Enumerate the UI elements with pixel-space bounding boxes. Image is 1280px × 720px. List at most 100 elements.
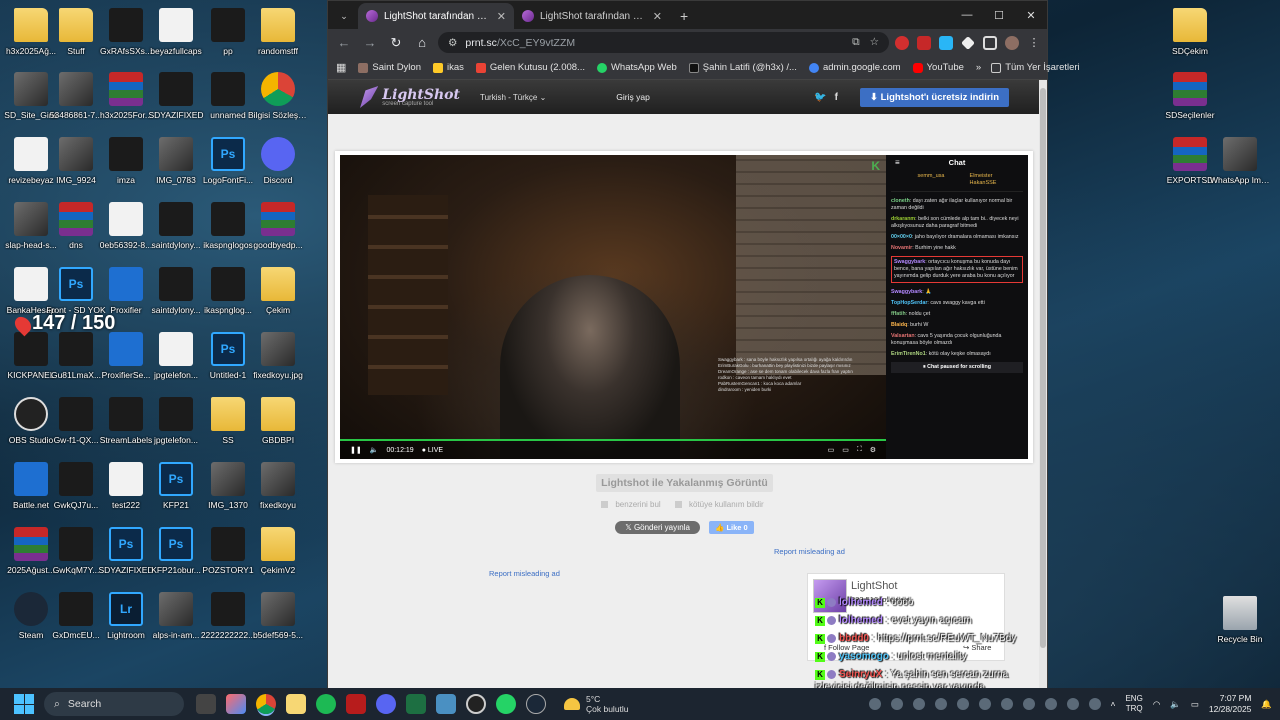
report-abuse-link[interactable]: kötüye kullanım bildir bbox=[674, 500, 768, 509]
tray-app-icon[interactable] bbox=[1044, 698, 1057, 710]
bookmark-item[interactable]: admin.google.com bbox=[808, 62, 901, 73]
login-link[interactable]: Giriş yap bbox=[616, 92, 650, 102]
page-scrollbar[interactable] bbox=[1039, 80, 1047, 688]
windows-start-icon[interactable] bbox=[14, 694, 34, 714]
desktop-icon[interactable]: ÇekimV2 bbox=[248, 527, 308, 575]
post-on-x-button[interactable]: 𝕏 Gönderi yayınla bbox=[615, 521, 700, 534]
volume-icon[interactable]: 🔈 bbox=[1170, 699, 1181, 710]
tab-lightshot-active[interactable]: LightShot tarafından Ekran Görü ✕ bbox=[358, 3, 514, 29]
desktop-icon[interactable]: Bilgisi Sözleşmesi bbox=[248, 72, 308, 120]
desktop-icon[interactable]: IMG_0783 bbox=[146, 137, 206, 185]
scrollbar-thumb[interactable] bbox=[1040, 88, 1046, 648]
all-bookmarks[interactable]: Tüm Yer İşaretleri bbox=[991, 62, 1080, 73]
tray-app-icon[interactable] bbox=[1088, 698, 1101, 710]
reload-icon[interactable]: ↻ bbox=[386, 35, 406, 51]
chrome-icon[interactable] bbox=[256, 694, 276, 714]
tray-app-icon[interactable] bbox=[912, 698, 925, 710]
minimize-icon[interactable]: — bbox=[951, 1, 983, 29]
desktop-icon[interactable]: alps-in-am... bbox=[146, 592, 206, 640]
install-app-icon[interactable]: ⧉ bbox=[852, 36, 860, 49]
site-info-icon[interactable]: ⚙ bbox=[448, 37, 457, 49]
lightshot-logo[interactable]: LightShot screen capture tool bbox=[360, 86, 460, 108]
desktop-icon[interactable]: saintdylony... bbox=[146, 267, 206, 315]
tab-search-button[interactable]: ⌄ bbox=[334, 6, 354, 26]
clock[interactable]: 7:07 PM 12/28/2025 bbox=[1209, 693, 1252, 715]
spotify-icon[interactable] bbox=[316, 694, 336, 714]
profile-avatar[interactable] bbox=[1005, 35, 1019, 50]
tray-app-icon[interactable] bbox=[1022, 698, 1035, 710]
browser-menu-icon[interactable]: ⋮ bbox=[1027, 36, 1041, 50]
discord-icon[interactable] bbox=[376, 694, 396, 714]
report-misleading-ad-link[interactable]: Report misleading ad bbox=[489, 569, 560, 578]
bookmark-star-icon[interactable]: ☆ bbox=[870, 36, 879, 49]
extension-red-icon[interactable] bbox=[895, 35, 909, 50]
bookmark-item[interactable]: WhatsApp Web bbox=[596, 62, 677, 73]
desktop-icon[interactable]: WhatsApp Image 2025... bbox=[1210, 137, 1270, 185]
maximize-icon[interactable]: ☐ bbox=[983, 1, 1015, 29]
desktop-icon[interactable]: SDSeçilenler bbox=[1160, 72, 1220, 120]
bookmarks-more-button[interactable]: » bbox=[976, 62, 981, 73]
desktop-icon[interactable]: GBDBPI bbox=[248, 397, 308, 445]
notifications-bell-icon[interactable]: 🔔 bbox=[1261, 699, 1272, 710]
desktop-icon[interactable]: Ps KFP21obur... bbox=[146, 527, 206, 575]
screenshot-image[interactable]: K Swaggybark : sana böyle haksızlık yapı… bbox=[335, 151, 1033, 463]
desktop-icon[interactable]: Ps KFP21 bbox=[146, 462, 206, 510]
desktop-icon[interactable]: randomstff bbox=[248, 8, 308, 56]
weather-widget[interactable]: 5°C Çok bulutlu bbox=[564, 694, 629, 714]
obs-icon[interactable] bbox=[466, 694, 486, 714]
extension-diamond-icon[interactable] bbox=[961, 35, 975, 50]
desktop-icon[interactable]: SDYAZIFIXED bbox=[146, 72, 206, 120]
address-bar[interactable]: ⚙ prnt.sc/XcC_EY9vtZZM ⧉ ☆ bbox=[438, 32, 889, 53]
copilot-icon[interactable] bbox=[226, 694, 246, 714]
tab-lightshot-2[interactable]: LightShot tarafından Ekran Görü ✕ bbox=[514, 3, 670, 29]
back-icon[interactable]: ← bbox=[334, 35, 354, 50]
excel-icon[interactable] bbox=[406, 694, 426, 714]
steam-icon[interactable] bbox=[526, 694, 546, 714]
desktop-icon[interactable]: Çekim bbox=[248, 267, 308, 315]
task-view-icon[interactable] bbox=[196, 694, 216, 714]
tray-app-icon[interactable] bbox=[956, 698, 969, 710]
desktop-icon[interactable]: beyazfullcaps bbox=[146, 8, 206, 56]
desktop-icon[interactable]: jpgtelefon... bbox=[146, 397, 206, 445]
tray-app-icon[interactable] bbox=[978, 698, 991, 710]
desktop-icon[interactable]: fixedkoyu bbox=[248, 462, 308, 510]
facebook-icon[interactable]: f bbox=[835, 92, 838, 103]
close-tab-icon[interactable]: ✕ bbox=[653, 10, 662, 23]
forward-icon[interactable]: → bbox=[360, 35, 380, 50]
tray-app-icon[interactable] bbox=[890, 698, 903, 710]
bookmark-item[interactable]: Gelen Kutusu (2.008... bbox=[475, 62, 585, 73]
whatsapp-icon[interactable] bbox=[496, 694, 516, 714]
input-language[interactable]: ENG TRQ bbox=[1125, 694, 1142, 714]
extension-blue-icon[interactable] bbox=[939, 35, 953, 50]
network-app-icon[interactable] bbox=[436, 694, 456, 714]
close-tab-icon[interactable]: ✕ bbox=[497, 10, 506, 23]
battery-icon[interactable]: ▭ bbox=[1191, 699, 1199, 710]
tray-app-icon[interactable] bbox=[934, 698, 947, 710]
download-button[interactable]: ⬇ Lightshot'ı ücretsiz indirin bbox=[860, 87, 1009, 107]
language-select[interactable]: Turkish - Türkçe ⌄ bbox=[480, 93, 546, 102]
desktop-icon[interactable]: Recycle Bin bbox=[1210, 596, 1270, 644]
desktop-icon[interactable]: SDÇekim bbox=[1160, 8, 1220, 56]
desktop-icon[interactable]: goodbyedp... bbox=[248, 202, 308, 250]
show-hidden-icons[interactable]: ˄ bbox=[1111, 699, 1116, 709]
desktop-icon[interactable]: fixedkoyu.jpg bbox=[248, 332, 308, 380]
taskbar-search[interactable]: ⌕ Search bbox=[44, 692, 184, 716]
tray-app-icon[interactable] bbox=[1066, 698, 1079, 710]
bookmark-item[interactable]: Saint Dylon bbox=[358, 62, 421, 73]
wifi-icon[interactable]: ◠ bbox=[1153, 699, 1160, 710]
new-tab-button[interactable]: + bbox=[680, 8, 688, 24]
desktop-icon[interactable]: jpgtelefon... bbox=[146, 332, 206, 380]
report-misleading-ad-link[interactable]: Report misleading ad bbox=[774, 547, 845, 556]
tray-app-icon[interactable] bbox=[868, 698, 881, 710]
desktop-icon[interactable]: saintdylony... bbox=[146, 202, 206, 250]
apps-grid-icon[interactable]: ▦ bbox=[336, 61, 346, 74]
file-explorer-icon[interactable] bbox=[286, 694, 306, 714]
bookmark-item[interactable]: YouTube bbox=[912, 62, 964, 73]
facebook-like-button[interactable]: 👍 Like 0 bbox=[709, 521, 754, 534]
desktop-icon[interactable]: Discord bbox=[248, 137, 308, 185]
extension-shield-icon[interactable] bbox=[917, 35, 931, 50]
bookmark-item[interactable]: Şahin Latifi (@h3x) /... bbox=[688, 62, 797, 73]
kickpanel-icon[interactable] bbox=[346, 694, 366, 714]
home-icon[interactable]: ⌂ bbox=[412, 35, 432, 50]
desktop-icon[interactable]: b5def569-5... bbox=[248, 592, 308, 640]
